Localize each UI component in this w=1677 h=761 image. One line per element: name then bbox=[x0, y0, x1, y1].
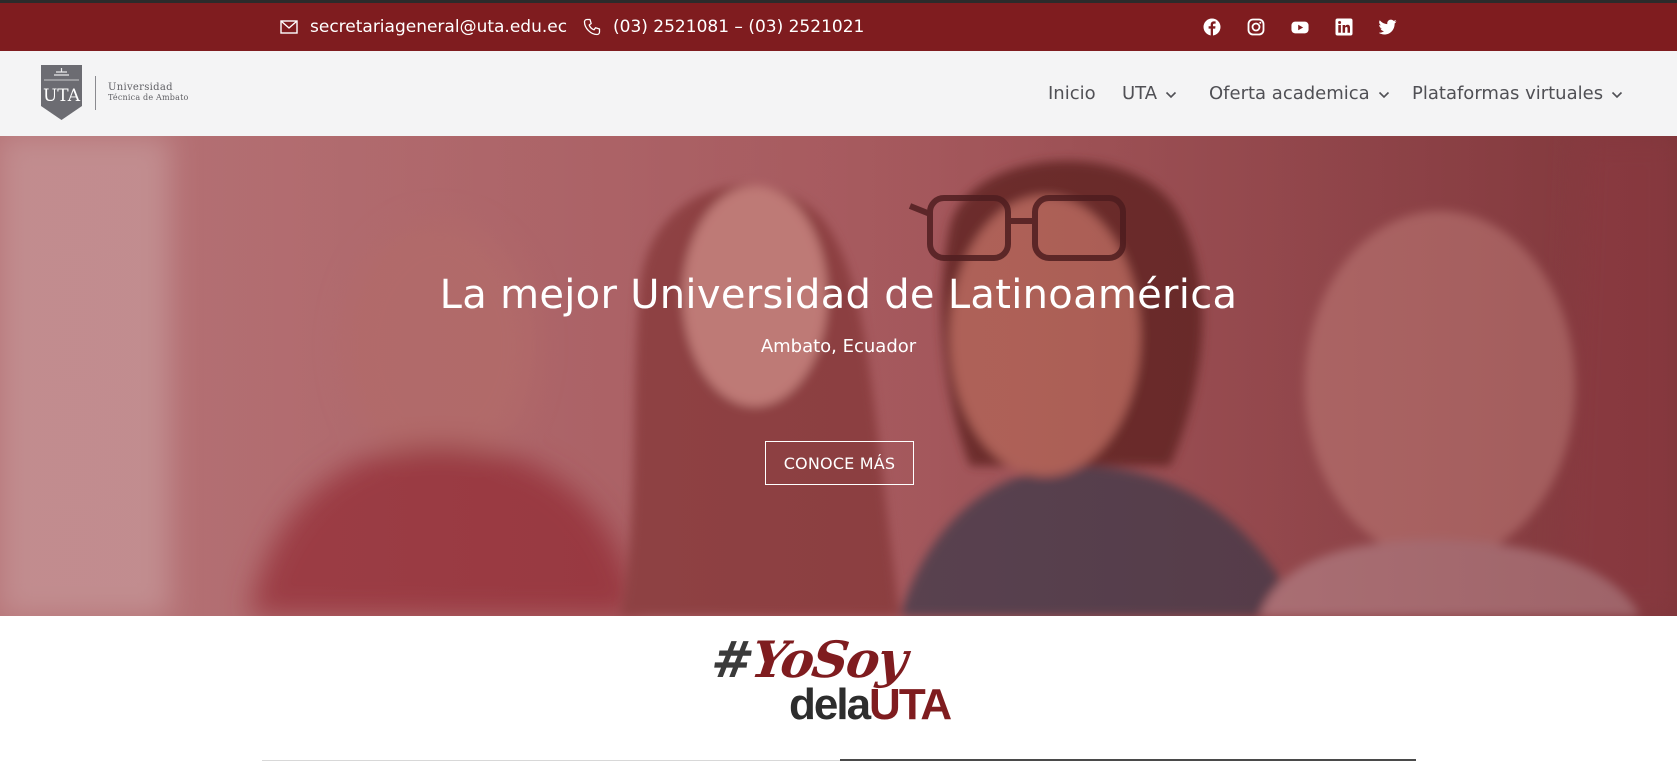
chevron-down-icon bbox=[1611, 83, 1623, 104]
logo-wordmark: Universidad Técnica de Ambato bbox=[95, 75, 189, 110]
yosoy-delauta-logo: #YoSoy delaUTA bbox=[708, 630, 962, 730]
dela-word: dela bbox=[789, 680, 871, 729]
nav-item-plataformas-virtuales[interactable]: Plataformas virtuales bbox=[1412, 51, 1623, 136]
logo-mark-text: UTA bbox=[43, 86, 81, 106]
uta-logo[interactable]: UTA Universidad Técnica de Ambato bbox=[40, 64, 189, 121]
contact-email[interactable]: secretariageneral@uta.edu.ec bbox=[280, 3, 567, 51]
hero-subtitle: Ambato, Ecuador bbox=[760, 336, 917, 357]
nav-label: UTA bbox=[1122, 83, 1158, 104]
chevron-down-icon bbox=[1165, 83, 1177, 104]
phone-icon bbox=[583, 18, 601, 36]
hero-banner: La mejor Universidad de Latinoamérica Am… bbox=[0, 136, 1677, 616]
uta-shield-icon: UTA bbox=[41, 65, 82, 120]
uta-word: UTA bbox=[869, 680, 952, 729]
contact-bar: secretariageneral@uta.edu.ec (03) 252108… bbox=[0, 3, 1677, 51]
nav-label: Plataformas virtuales bbox=[1412, 83, 1604, 104]
chevron-down-icon bbox=[1378, 83, 1390, 104]
social-links bbox=[1203, 3, 1397, 51]
email-text[interactable]: secretariageneral@uta.edu.ec bbox=[310, 17, 567, 37]
instagram-icon[interactable] bbox=[1247, 18, 1265, 36]
linkedin-icon[interactable] bbox=[1335, 18, 1353, 36]
nav-item-uta[interactable]: UTA bbox=[1122, 51, 1177, 136]
logo-line-2: Técnica de Ambato bbox=[108, 92, 189, 102]
nav-label: Inicio bbox=[1048, 83, 1096, 104]
envelope-icon bbox=[280, 20, 298, 34]
nav-item-inicio[interactable]: Inicio bbox=[1048, 51, 1096, 136]
main-navbar: UTA Universidad Técnica de Ambato Inicio… bbox=[0, 51, 1677, 136]
delauta-text: delaUTA bbox=[789, 680, 952, 730]
nav-label: Oferta academica bbox=[1209, 83, 1370, 104]
hero-title: La mejor Universidad de Latinoamérica bbox=[439, 272, 1238, 318]
youtube-icon[interactable] bbox=[1291, 18, 1309, 36]
logo-line-1: Universidad bbox=[108, 81, 173, 93]
twitter-icon[interactable] bbox=[1379, 18, 1397, 36]
phone-text[interactable]: (03) 2521081 – (03) 2521021 bbox=[613, 17, 864, 37]
nav-item-oferta-academica[interactable]: Oferta academica bbox=[1209, 51, 1390, 136]
facebook-icon[interactable] bbox=[1203, 18, 1221, 36]
hero-overlay bbox=[0, 136, 1677, 616]
contact-phone[interactable]: (03) 2521081 – (03) 2521021 bbox=[583, 3, 864, 51]
conoce-mas-button[interactable]: CONOCE MÁS bbox=[765, 441, 914, 485]
